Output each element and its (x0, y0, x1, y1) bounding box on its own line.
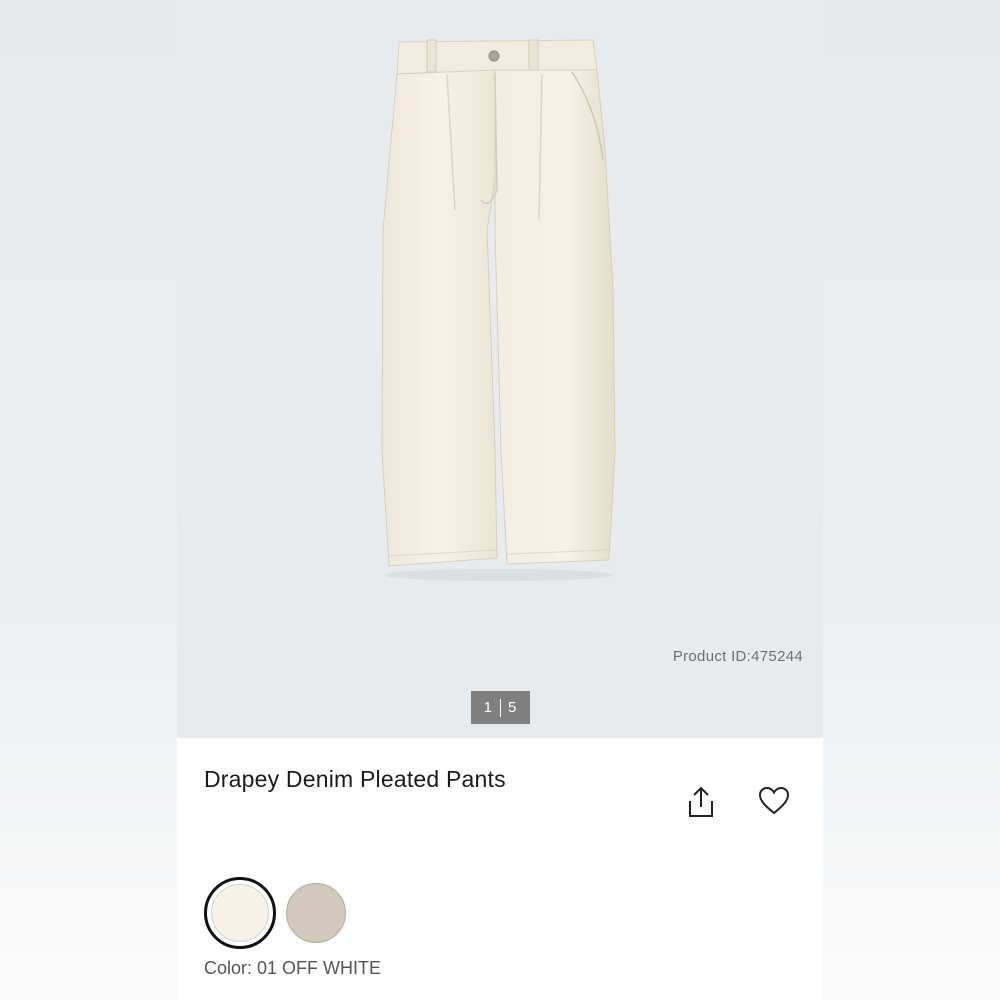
pager-total: 5 (508, 699, 518, 716)
swatch-off-white-fill (211, 884, 269, 942)
swatch-beige[interactable] (286, 883, 346, 943)
share-icon (689, 786, 713, 817)
product-info: Drapey Denim Pleated Pants Color: 01 OFF… (177, 738, 823, 1000)
product-title: Drapey Denim Pleated Pants (204, 766, 506, 792)
heart-icon (758, 786, 790, 815)
swatch-off-white[interactable] (204, 877, 276, 949)
product-image (381, 39, 616, 581)
selected-color-label: Color: 01 OFF WHITE (204, 958, 382, 978)
pager-divider (500, 698, 501, 717)
background-left (0, 0, 177, 1000)
image-gallery[interactable]: Product ID:475244 1 5 (177, 0, 823, 738)
share-button[interactable] (685, 784, 717, 820)
favorite-button[interactable] (757, 784, 791, 818)
color-swatches (204, 877, 346, 949)
screen: Product ID:475244 1 5 Drapey Denim Pleat… (0, 0, 1000, 1000)
product-id: Product ID:475244 (672, 648, 803, 665)
background-right (823, 0, 1000, 1000)
product-page: Product ID:475244 1 5 Drapey Denim Pleat… (177, 0, 823, 1000)
image-pager: 1 5 (471, 691, 530, 724)
pager-current: 1 (483, 699, 493, 716)
